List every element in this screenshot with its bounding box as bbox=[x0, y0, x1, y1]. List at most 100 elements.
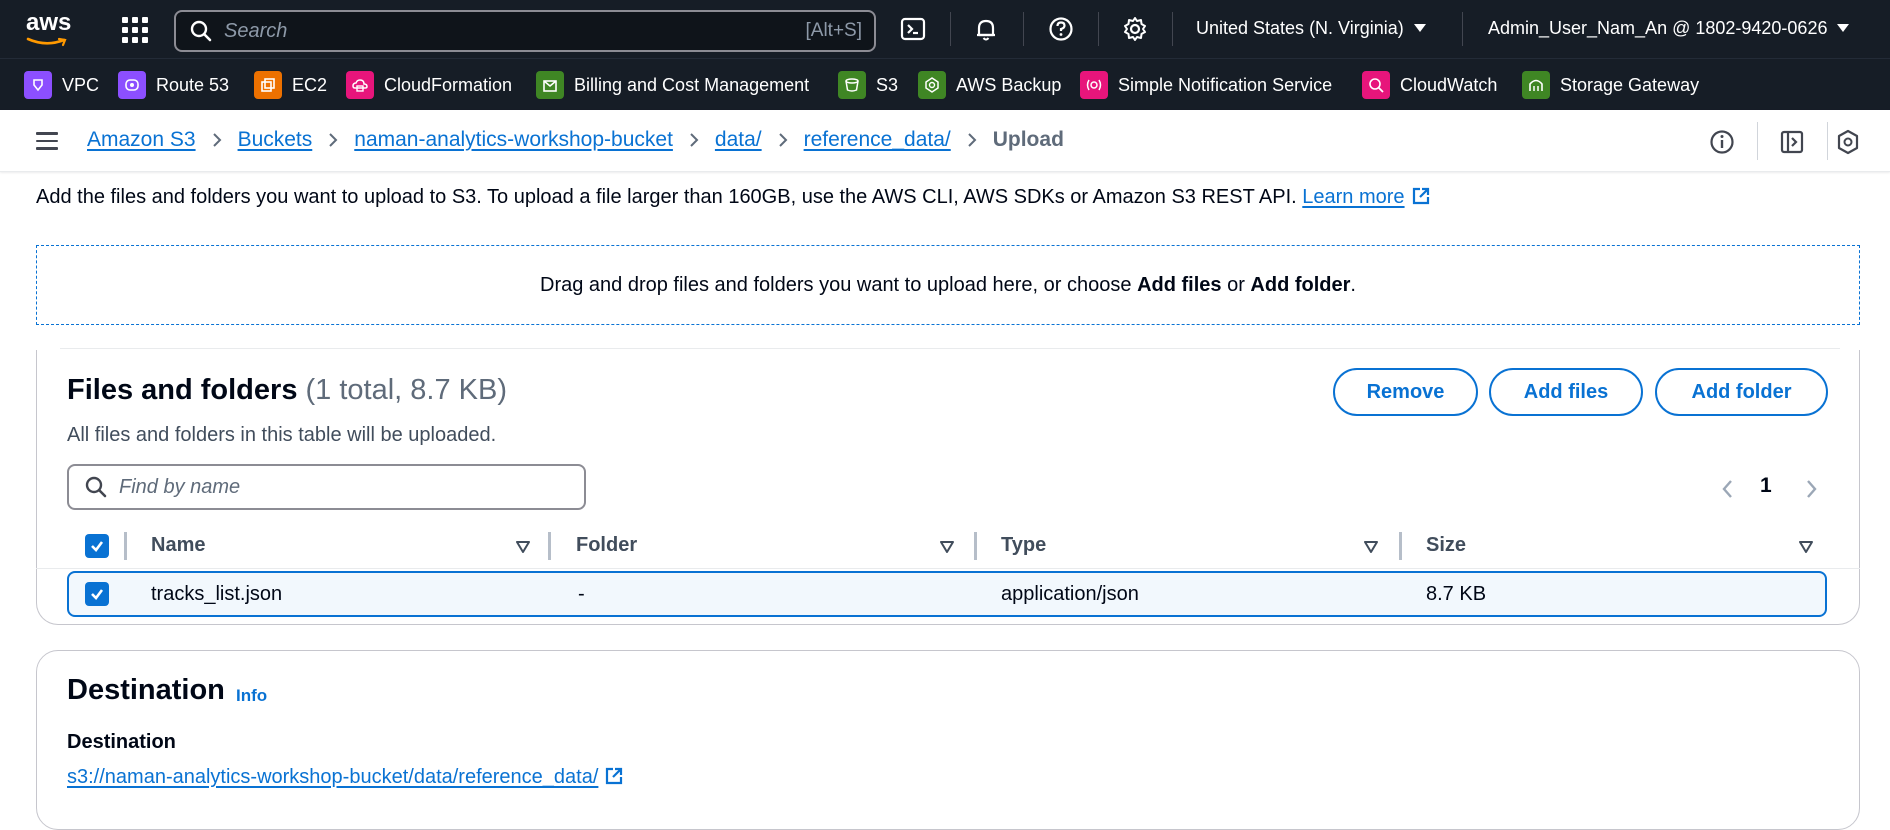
sort-caret-icon[interactable] bbox=[516, 540, 530, 554]
info-icon[interactable] bbox=[1709, 129, 1735, 155]
column-divider bbox=[974, 532, 977, 560]
find-placeholder: Find by name bbox=[119, 475, 241, 498]
external-link-icon bbox=[1412, 187, 1429, 205]
pagination-next-icon[interactable] bbox=[1802, 478, 1820, 500]
cell-name: tracks_list.json bbox=[151, 583, 283, 605]
section-divider bbox=[60, 348, 1840, 349]
files-title: Files and folders bbox=[67, 374, 298, 406]
nav-separator bbox=[1098, 12, 1099, 46]
favorite-ec2[interactable]: EC2 bbox=[254, 71, 327, 99]
s3-icon bbox=[838, 71, 866, 99]
chevron-right-icon bbox=[778, 133, 788, 147]
favorite-aws-backup[interactable]: AWS Backup bbox=[918, 71, 1061, 99]
dropzone-or-text: or bbox=[1221, 273, 1251, 296]
global-search-input[interactable]: Search [Alt+S] bbox=[174, 10, 876, 52]
favorite-s3[interactable]: S3 bbox=[838, 71, 898, 99]
chevron-right-icon bbox=[329, 133, 338, 147]
favorite-vpc[interactable]: VPC bbox=[24, 71, 99, 99]
nav-separator bbox=[1172, 12, 1173, 46]
add-files-button[interactable]: Add files bbox=[1489, 368, 1643, 416]
pagination-page-number[interactable]: 1 bbox=[1760, 474, 1772, 498]
settings-gear-icon[interactable] bbox=[1121, 15, 1149, 43]
chevron-right-icon bbox=[690, 133, 699, 147]
breadcrumb-data-folder[interactable]: data/ bbox=[715, 128, 762, 152]
breadcrumb-amazon-s3[interactable]: Amazon S3 bbox=[87, 128, 196, 152]
add-folder-button[interactable]: Add folder bbox=[1655, 368, 1828, 416]
row-checkbox[interactable] bbox=[85, 582, 109, 606]
nav-separator bbox=[1023, 12, 1024, 46]
account-menu[interactable]: Admin_User_Nam_An @ 1802-9420-0626 bbox=[1488, 18, 1850, 39]
vpc-icon bbox=[24, 71, 52, 99]
panel-toggle-icon[interactable] bbox=[1779, 129, 1805, 155]
breadcrumb: Amazon S3 Buckets naman-analytics-worksh… bbox=[87, 128, 1064, 152]
select-all-checkbox[interactable] bbox=[85, 534, 109, 558]
sort-caret-icon[interactable] bbox=[1799, 540, 1813, 554]
dropzone-text: Drag and drop files and folders you want… bbox=[540, 273, 1138, 296]
sort-caret-icon[interactable] bbox=[1364, 540, 1378, 554]
backup-icon bbox=[918, 71, 946, 99]
upload-dropzone[interactable]: Drag and drop files and folders you want… bbox=[36, 245, 1860, 325]
route53-icon bbox=[118, 71, 146, 99]
destination-info-link[interactable]: Info bbox=[236, 686, 267, 706]
region-selector[interactable]: United States (N. Virginia) bbox=[1196, 18, 1426, 39]
dropzone-add-folder-text: Add folder bbox=[1250, 273, 1351, 296]
column-header-type[interactable]: Type bbox=[1001, 534, 1046, 557]
destination-path: s3://naman-analytics-workshop-bucket/dat… bbox=[67, 766, 599, 788]
column-divider bbox=[1399, 532, 1402, 560]
help-icon[interactable] bbox=[1047, 15, 1075, 43]
column-header-folder[interactable]: Folder bbox=[576, 534, 637, 557]
checkmark-icon bbox=[91, 541, 104, 552]
header-row-divider bbox=[36, 568, 1860, 569]
menu-hamburger-icon[interactable] bbox=[36, 132, 58, 150]
favorite-sns[interactable]: Simple Notification Service bbox=[1080, 71, 1332, 99]
breadcrumb-buckets[interactable]: Buckets bbox=[238, 128, 313, 152]
cloudformation-icon bbox=[346, 71, 374, 99]
sort-caret-icon[interactable] bbox=[940, 540, 954, 554]
find-by-name-input[interactable]: Find by name bbox=[67, 464, 586, 510]
favorite-cloudwatch[interactable]: CloudWatch bbox=[1362, 71, 1497, 99]
feedback-icon[interactable] bbox=[1835, 129, 1861, 155]
column-divider bbox=[124, 532, 127, 560]
storage-gateway-icon bbox=[1522, 71, 1550, 99]
destination-label: Destination bbox=[67, 731, 176, 753]
column-header-name[interactable]: Name bbox=[151, 534, 205, 557]
search-shortcut: [Alt+S] bbox=[805, 20, 863, 41]
learn-more-label: Learn more bbox=[1302, 186, 1405, 208]
search-placeholder: Search bbox=[224, 19, 288, 42]
column-header-size[interactable]: Size bbox=[1426, 534, 1466, 557]
table-row[interactable]: tracks_list.json - application/json 8.7 … bbox=[67, 571, 1827, 617]
favorite-storage-gateway[interactable]: Storage Gateway bbox=[1522, 71, 1699, 99]
billing-icon bbox=[536, 71, 564, 99]
notifications-bell-icon[interactable] bbox=[972, 15, 1000, 43]
favorite-label: Billing and Cost Management bbox=[574, 74, 810, 95]
cloudshell-icon[interactable] bbox=[899, 15, 927, 43]
aws-logo[interactable]: aws bbox=[26, 11, 74, 47]
toolbar-separator bbox=[1757, 122, 1758, 160]
favorite-route-53[interactable]: Route 53 bbox=[118, 71, 229, 99]
search-icon bbox=[190, 20, 212, 42]
cell-size: 8.7 KB bbox=[1426, 583, 1487, 605]
learn-more-link[interactable]: Learn more bbox=[1302, 186, 1430, 208]
destination-path-link[interactable]: s3://naman-analytics-workshop-bucket/dat… bbox=[67, 766, 624, 789]
favorite-label: S3 bbox=[876, 74, 899, 95]
breadcrumb-bucket[interactable]: naman-analytics-workshop-bucket bbox=[354, 128, 673, 152]
chevron-right-icon bbox=[212, 133, 221, 147]
pagination-previous-icon[interactable] bbox=[1719, 478, 1737, 500]
toolbar-separator bbox=[1827, 122, 1828, 160]
intro-description: Add the files and folders you want to up… bbox=[36, 186, 1297, 208]
caret-down-icon bbox=[1837, 24, 1850, 32]
column-divider bbox=[548, 532, 551, 560]
favorites-bar: VPC Route 53 EC2 CloudFormation Billing … bbox=[0, 58, 1890, 110]
checkmark-icon bbox=[91, 589, 104, 600]
services-menu-icon[interactable] bbox=[122, 17, 148, 43]
region-label: United States (N. Virginia) bbox=[1196, 18, 1404, 38]
nav-separator bbox=[1462, 12, 1463, 46]
favorite-cloudformation[interactable]: CloudFormation bbox=[346, 71, 512, 99]
favorite-label: VPC bbox=[62, 74, 100, 95]
favorite-billing[interactable]: Billing and Cost Management bbox=[536, 71, 809, 99]
breadcrumb-reference-data-folder[interactable]: reference_data/ bbox=[804, 128, 951, 152]
cloudwatch-icon bbox=[1362, 71, 1390, 99]
remove-button[interactable]: Remove bbox=[1333, 368, 1478, 416]
aws-smile-icon bbox=[26, 37, 67, 47]
files-count: (1 total, 8.7 KB) bbox=[305, 374, 508, 406]
